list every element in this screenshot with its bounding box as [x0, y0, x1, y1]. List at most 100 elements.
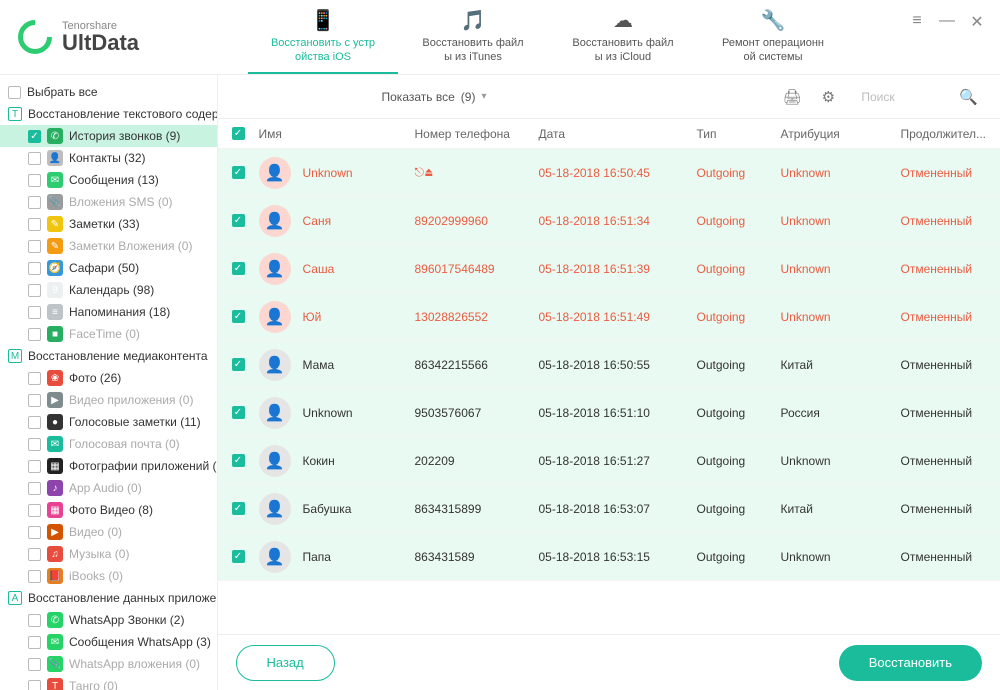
sidebar-item-0-1[interactable]: 👤Контакты (32)	[0, 147, 217, 169]
section-icon: A	[8, 591, 22, 605]
menu-icon[interactable]: ≡	[908, 12, 926, 32]
item-checkbox[interactable]	[28, 152, 41, 165]
section-icon: M	[8, 349, 22, 363]
table-row[interactable]: ✓👤Unknown950357606705-18-2018 16:51:10Ou…	[218, 389, 1000, 437]
select-all-row[interactable]: Выбрать все	[0, 81, 217, 103]
sidebar-item-1-8[interactable]: ♫Музыка (0)	[0, 543, 217, 565]
sidebar-item-2-1[interactable]: ✉Сообщения WhatsApp (3)	[0, 631, 217, 653]
table-row[interactable]: ✓👤Unknown⎋⏏05-18-2018 16:50:45OutgoingUn…	[218, 149, 1000, 197]
search-box[interactable]: 🔍	[853, 85, 986, 109]
col-type[interactable]: Тип	[697, 127, 781, 141]
table-row[interactable]: ✓👤Папа86343158905-18-2018 16:53:15Outgoi…	[218, 533, 1000, 581]
settings-icon[interactable]: ⚙	[817, 86, 839, 108]
row-checkbox[interactable]: ✓	[232, 550, 245, 563]
row-checkbox[interactable]: ✓	[232, 262, 245, 275]
cell-name: Бабушка	[303, 502, 352, 516]
item-checkbox[interactable]	[28, 526, 41, 539]
sidebar-item-1-1[interactable]: ▶Видео приложения (0)	[0, 389, 217, 411]
sidebar-item-0-6[interactable]: 🧭Сафари (50)	[0, 257, 217, 279]
sidebar-item-0-5[interactable]: ✎Заметки Вложения (0)	[0, 235, 217, 257]
item-checkbox[interactable]: ✓	[28, 130, 41, 143]
col-phone[interactable]: Номер телефона	[415, 127, 539, 141]
sidebar-section-1[interactable]: MВосстановление медиаконтента	[0, 345, 217, 367]
sidebar-item-1-4[interactable]: ▦Фотографии приложений (24	[0, 455, 217, 477]
table-row[interactable]: ✓👤Кокин20220905-18-2018 16:51:27Outgoing…	[218, 437, 1000, 485]
select-all-checkbox[interactable]	[8, 86, 21, 99]
sidebar-item-0-3[interactable]: 📎Вложения SMS (0)	[0, 191, 217, 213]
sidebar-item-1-0[interactable]: ❀Фото (26)	[0, 367, 217, 389]
sidebar-item-0-7[interactable]: 9Календарь (98)	[0, 279, 217, 301]
sidebar-item-2-3[interactable]: TТанго (0)	[0, 675, 217, 690]
cell-name: Саня	[303, 214, 332, 228]
item-checkbox[interactable]	[28, 658, 41, 671]
item-checkbox[interactable]	[28, 504, 41, 517]
row-checkbox[interactable]: ✓	[232, 310, 245, 323]
table-row[interactable]: ✓👤Мама8634221556605-18-2018 16:50:55Outg…	[218, 341, 1000, 389]
item-checkbox[interactable]	[28, 196, 41, 209]
col-attr[interactable]: Атрибуция	[781, 127, 901, 141]
main-tab-1[interactable]: 🎵Восстановить файлы из iTunes	[398, 0, 548, 74]
item-checkbox[interactable]	[28, 240, 41, 253]
sidebar-item-2-2[interactable]: 📎WhatsApp вложения (0)	[0, 653, 217, 675]
item-checkbox[interactable]	[28, 680, 41, 690]
sidebar-item-1-5[interactable]: ♪App Audio (0)	[0, 477, 217, 499]
item-label: Заметки Вложения (0)	[69, 239, 192, 253]
cell-attr: Unknown	[781, 550, 901, 564]
item-checkbox[interactable]	[28, 218, 41, 231]
main-tab-3[interactable]: 🔧Ремонт операционной системы	[698, 0, 848, 74]
item-checkbox[interactable]	[28, 328, 41, 341]
sidebar-item-1-6[interactable]: ▦Фото Видео (8)	[0, 499, 217, 521]
col-name[interactable]: Имя	[259, 127, 415, 141]
sidebar-item-0-9[interactable]: ■FaceTime (0)	[0, 323, 217, 345]
table-row[interactable]: ✓👤Бабушка863431589905-18-2018 16:53:07Ou…	[218, 485, 1000, 533]
close-icon[interactable]: ✕	[968, 12, 986, 32]
item-checkbox[interactable]	[28, 460, 41, 473]
item-checkbox[interactable]	[28, 570, 41, 583]
sidebar-item-0-8[interactable]: ≡Напоминания (18)	[0, 301, 217, 323]
main-tab-2[interactable]: ☁Восстановить файлы из iCloud	[548, 0, 698, 74]
sidebar-section-2[interactable]: AВосстановление данных приложений	[0, 587, 217, 609]
sidebar-item-1-9[interactable]: 📕iBooks (0)	[0, 565, 217, 587]
item-checkbox[interactable]	[28, 636, 41, 649]
col-duration[interactable]: Продолжител...	[901, 127, 987, 141]
sidebar-item-0-2[interactable]: ✉Сообщения (13)	[0, 169, 217, 191]
main-tab-0[interactable]: 📱Восстановить с устройства iOS	[248, 0, 398, 74]
minimize-icon[interactable]: —	[938, 12, 956, 32]
row-checkbox[interactable]: ✓	[232, 214, 245, 227]
sidebar-item-1-7[interactable]: ▶Видео (0)	[0, 521, 217, 543]
item-icon: ♪	[47, 480, 63, 496]
print-icon[interactable]: 🖨	[781, 86, 803, 108]
back-button[interactable]: Назад	[236, 645, 335, 681]
item-checkbox[interactable]	[28, 284, 41, 297]
recover-button[interactable]: Восстановить	[839, 645, 982, 681]
row-checkbox[interactable]: ✓	[232, 358, 245, 371]
sidebar-item-1-3[interactable]: ✉Голосовая почта (0)	[0, 433, 217, 455]
cell-type: Outgoing	[697, 454, 781, 468]
sidebar-item-2-0[interactable]: ✆WhatsApp Звонки (2)	[0, 609, 217, 631]
item-checkbox[interactable]	[28, 482, 41, 495]
sidebar-item-0-4[interactable]: ✎Заметки (33)	[0, 213, 217, 235]
sidebar-item-0-0[interactable]: ✓✆История звонков (9)	[0, 125, 217, 147]
col-date[interactable]: Дата	[539, 127, 697, 141]
row-checkbox[interactable]: ✓	[232, 406, 245, 419]
item-checkbox[interactable]	[28, 394, 41, 407]
item-checkbox[interactable]	[28, 372, 41, 385]
search-input[interactable]	[861, 90, 951, 104]
item-checkbox[interactable]	[28, 306, 41, 319]
item-checkbox[interactable]	[28, 174, 41, 187]
item-checkbox[interactable]	[28, 548, 41, 561]
table-row[interactable]: ✓👤Саша89601754648905-18-2018 16:51:39Out…	[218, 245, 1000, 293]
sidebar-section-0[interactable]: TВосстановление текстового содержи	[0, 103, 217, 125]
row-checkbox[interactable]: ✓	[232, 502, 245, 515]
filter-dropdown[interactable]: Показать все (9) ▾	[382, 90, 487, 104]
item-checkbox[interactable]	[28, 262, 41, 275]
row-checkbox[interactable]: ✓	[232, 454, 245, 467]
row-checkbox[interactable]: ✓	[232, 166, 245, 179]
table-row[interactable]: ✓👤Юй1302882655205-18-2018 16:51:49Outgoi…	[218, 293, 1000, 341]
item-checkbox[interactable]	[28, 416, 41, 429]
header-checkbox[interactable]: ✓	[232, 127, 245, 140]
sidebar-item-1-2[interactable]: ●Голосовые заметки (11)	[0, 411, 217, 433]
item-checkbox[interactable]	[28, 614, 41, 627]
item-checkbox[interactable]	[28, 438, 41, 451]
table-row[interactable]: ✓👤Саня8920299996005-18-2018 16:51:34Outg…	[218, 197, 1000, 245]
